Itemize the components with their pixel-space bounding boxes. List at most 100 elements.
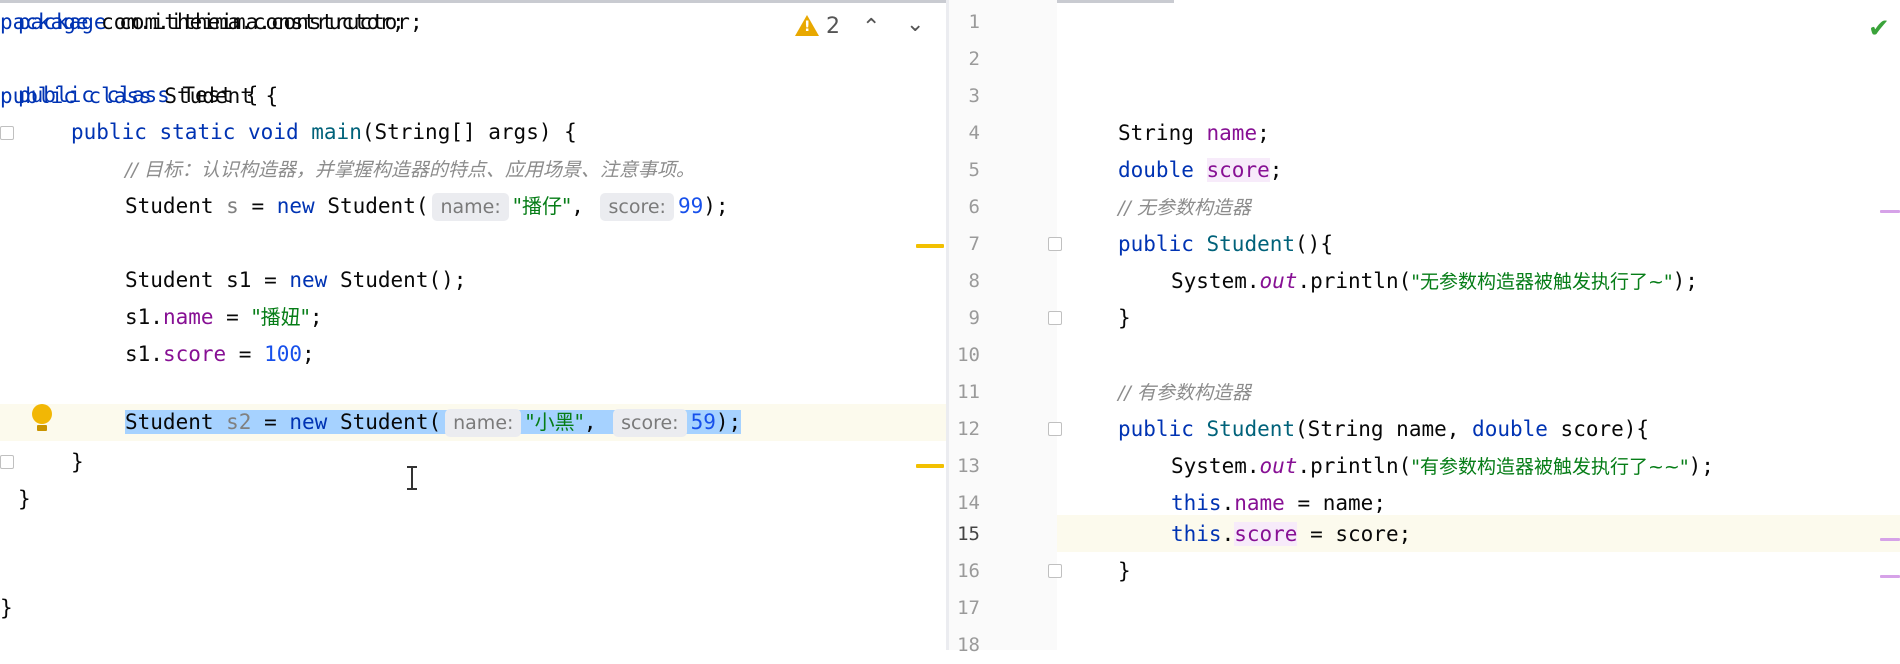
code-line-close-class[interactable]: } bbox=[18, 481, 31, 518]
warning-triangle-icon[interactable]: ! bbox=[795, 15, 819, 36]
fold-marker[interactable] bbox=[0, 455, 14, 469]
method-main: main bbox=[311, 120, 362, 144]
param-hint-score: score: bbox=[613, 409, 687, 437]
checkmark-icon[interactable]: ✔ bbox=[1868, 14, 1890, 44]
field-score: score bbox=[1206, 158, 1270, 182]
semicolon: ; bbox=[1269, 158, 1283, 182]
kw-new: new bbox=[289, 268, 328, 292]
string-literal: "无参数构造器被触发执行了~" bbox=[1411, 271, 1673, 293]
assign: = score; bbox=[1297, 522, 1412, 546]
brace: } bbox=[71, 450, 84, 474]
code-line-s1-name[interactable]: s1.name = "播妞"; bbox=[125, 299, 323, 336]
code-line-s1[interactable]: Student s1 = new Student(); bbox=[125, 262, 466, 299]
class-name: Student { bbox=[151, 84, 279, 108]
line-number: 1 bbox=[968, 11, 980, 33]
line-number: 16 bbox=[957, 560, 980, 582]
param-list-end: score){ bbox=[1547, 417, 1650, 441]
code-line-println-2[interactable]: System.out.println("有参数构造器被触发执行了~~"); bbox=[1171, 448, 1714, 485]
kw-public: public bbox=[1118, 417, 1194, 441]
param-hint-name: name: bbox=[445, 409, 522, 437]
line-number: 5 bbox=[968, 159, 980, 181]
line-number: 2 bbox=[968, 48, 980, 70]
fold-marker[interactable] bbox=[1048, 311, 1062, 325]
chevron-up-icon[interactable]: ⌃ bbox=[862, 15, 880, 40]
kw-static: static bbox=[159, 120, 236, 144]
kw-this: this bbox=[1171, 491, 1222, 515]
param-list: (String name, bbox=[1295, 417, 1473, 441]
println: .println( bbox=[1297, 269, 1412, 293]
code-line-s1-score[interactable]: s1.score = 100; bbox=[125, 336, 315, 373]
fold-marker[interactable] bbox=[1048, 564, 1062, 578]
dot: . bbox=[1221, 491, 1235, 515]
code-line-comment[interactable]: // 无参数构造器 bbox=[1118, 189, 1251, 226]
code-line-package[interactable]: package com.itheima.constructor; bbox=[0, 4, 405, 41]
kw-double: double bbox=[1472, 417, 1548, 441]
usage-stripe[interactable] bbox=[1880, 210, 1900, 213]
string-literal: "播妞" bbox=[251, 305, 310, 329]
string-literal: "小黑" bbox=[525, 410, 584, 434]
code-line-close[interactable]: } bbox=[1118, 553, 1131, 590]
comment: // 目标：认识构造器，并掌握构造器的特点、应用场景、注意事项。 bbox=[125, 159, 695, 181]
string-literal: "有参数构造器被触发执行了~~" bbox=[1411, 456, 1689, 478]
semicolon: ; bbox=[309, 305, 323, 329]
close-paren: ); bbox=[703, 194, 729, 218]
type-string: String bbox=[1118, 121, 1207, 145]
code-line-main[interactable]: public static void main(String[] args) { bbox=[71, 114, 577, 151]
obj-s1: s1. bbox=[125, 305, 163, 329]
type-student: Student bbox=[125, 410, 227, 434]
usage-stripe[interactable] bbox=[1880, 575, 1900, 578]
line-number: 4 bbox=[968, 122, 980, 144]
code-line-ctor-noarg[interactable]: public Student(){ bbox=[1118, 226, 1333, 263]
fold-marker[interactable] bbox=[0, 126, 14, 140]
lightbulb-icon[interactable] bbox=[32, 404, 52, 424]
number-literal: 100 bbox=[264, 342, 303, 366]
brace: } bbox=[18, 487, 31, 511]
code-line-field-name[interactable]: String name; bbox=[1118, 115, 1270, 152]
semicolon: ; bbox=[1257, 121, 1270, 145]
kw-public: public bbox=[1118, 232, 1194, 256]
decl-s1: Student s1 = bbox=[125, 268, 290, 292]
usage-stripe[interactable] bbox=[1880, 538, 1900, 541]
comma: , bbox=[583, 410, 610, 434]
code-line-ctor-args[interactable]: public Student(String name, double score… bbox=[1118, 411, 1649, 448]
field-score: score bbox=[162, 342, 227, 366]
code-line-class[interactable]: public class Student { bbox=[0, 78, 278, 115]
field-name: name bbox=[1206, 121, 1258, 145]
code-line-field-score[interactable]: double score; bbox=[1118, 152, 1282, 189]
system: System. bbox=[1171, 269, 1260, 293]
brace: } bbox=[1118, 559, 1131, 583]
var-s2: s2 bbox=[226, 410, 252, 434]
selection[interactable]: Student s2 = new Student(name: "小黑", scor… bbox=[125, 409, 742, 437]
line-number: 10 bbox=[957, 344, 980, 366]
fold-marker[interactable] bbox=[1048, 422, 1062, 436]
code-line-comment[interactable]: // 有参数构造器 bbox=[1118, 374, 1251, 411]
code-line-close-main[interactable]: } bbox=[71, 444, 84, 481]
close-paren: ); bbox=[1672, 269, 1698, 293]
string-literal: "播仔" bbox=[512, 194, 572, 218]
code-line-println-1[interactable]: System.out.println("无参数构造器被触发执行了~"); bbox=[1171, 263, 1698, 300]
code-line-close-class[interactable]: } bbox=[0, 590, 13, 627]
assign: = bbox=[238, 194, 277, 218]
package-name: com.itheima.constructor; bbox=[88, 10, 405, 34]
code-line-comment[interactable]: // 目标：认识构造器，并掌握构造器的特点、应用场景、注意事项。 bbox=[125, 151, 695, 188]
ctor-name: Student bbox=[1206, 417, 1296, 441]
inspection-widget[interactable]: ! 2 bbox=[795, 14, 840, 39]
code-line-s[interactable]: Student s = new Student(name: "播仔", score… bbox=[125, 188, 729, 225]
comment: // 无参数构造器 bbox=[1118, 197, 1251, 219]
code-line-close[interactable]: } bbox=[1118, 300, 1131, 337]
fold-marker[interactable] bbox=[1048, 237, 1062, 251]
tab-indicator bbox=[0, 0, 946, 3]
right-editor[interactable] bbox=[949, 0, 1900, 650]
code-line-this-score[interactable]: this.score = score; bbox=[1171, 516, 1411, 553]
field-out: out bbox=[1259, 269, 1298, 293]
close-paren: ); bbox=[1688, 454, 1714, 478]
text-cursor bbox=[407, 466, 417, 490]
code-line-s2-selected[interactable]: Student s2 = new Student(name: "小黑", scor… bbox=[125, 404, 742, 441]
chevron-down-icon[interactable]: ⌄ bbox=[906, 12, 924, 37]
semicolon: ; bbox=[302, 342, 315, 366]
